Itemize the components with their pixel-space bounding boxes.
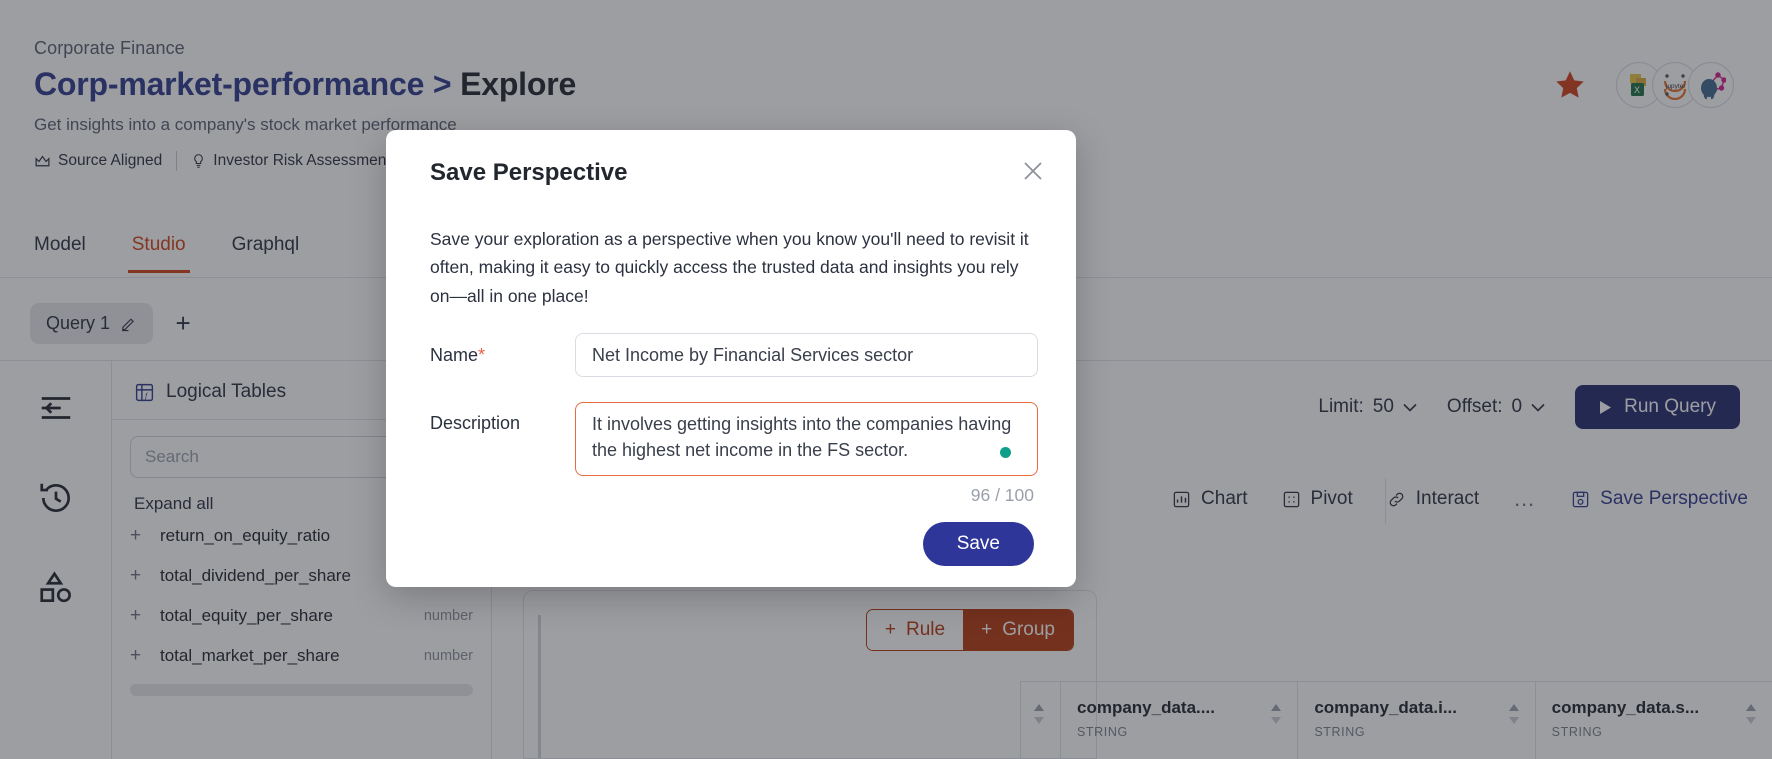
required-asterisk: * bbox=[478, 344, 486, 365]
description-textarea[interactable]: It involves getting insights into the co… bbox=[575, 402, 1038, 476]
name-input-value: Net Income by Financial Services sector bbox=[592, 344, 914, 365]
save-perspective-dialog: Save Perspective Save your exploration a… bbox=[386, 130, 1076, 587]
dialog-description: Save your exploration as a perspective w… bbox=[430, 229, 1029, 306]
name-field-row: Name* Net Income by Financial Services s… bbox=[430, 333, 1038, 377]
close-icon[interactable] bbox=[1016, 154, 1050, 188]
description-label: Description bbox=[430, 413, 521, 433]
description-field-row: Description It involves getting insights… bbox=[430, 402, 1038, 476]
character-counter: 96 / 100 bbox=[970, 485, 1034, 505]
name-input[interactable]: Net Income by Financial Services sector bbox=[575, 333, 1038, 377]
valid-status-dot bbox=[1000, 447, 1011, 458]
dialog-title: Save Perspective bbox=[430, 159, 628, 186]
name-label-text: Name bbox=[430, 344, 479, 365]
description-value: It involves getting insights into the co… bbox=[592, 414, 1012, 460]
name-label: Name* bbox=[430, 345, 575, 366]
save-button[interactable]: Save bbox=[922, 522, 1034, 566]
